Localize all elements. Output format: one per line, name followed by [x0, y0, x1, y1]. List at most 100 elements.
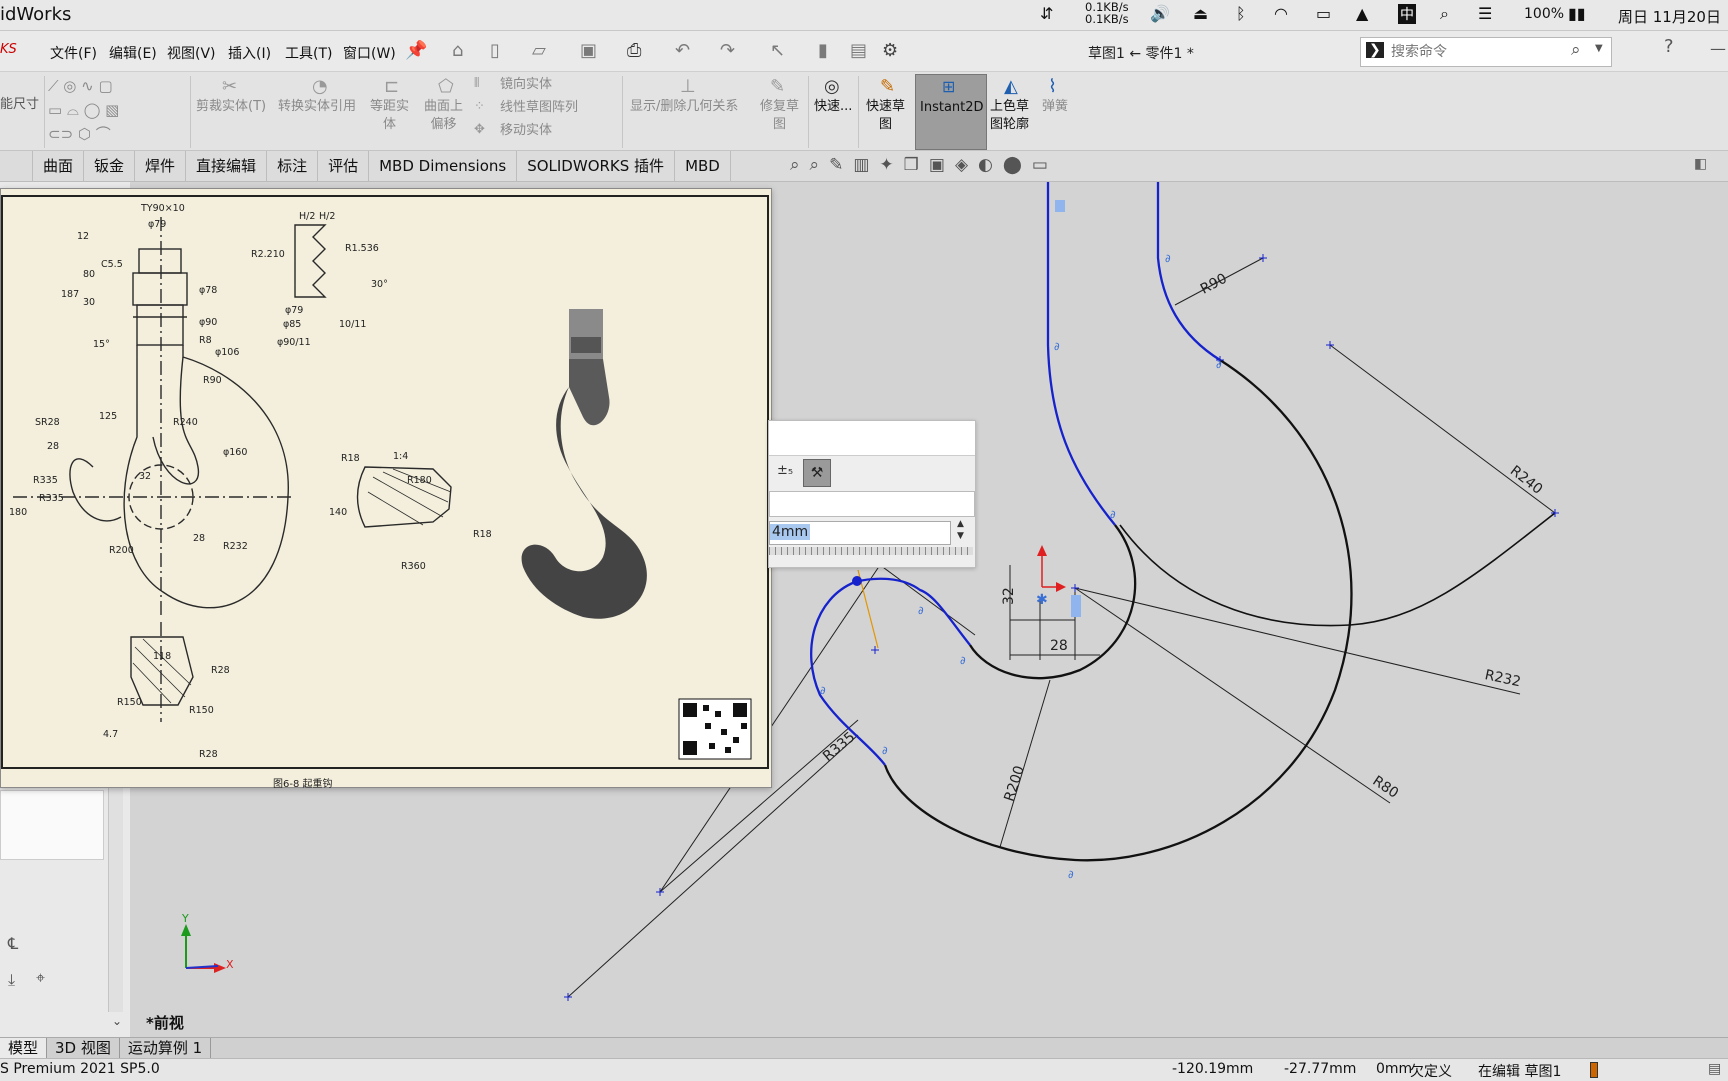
trim-button[interactable]: 剪裁实体(T) [196, 98, 266, 116]
slot-icon[interactable]: ⊂⊃ ⬡ ⌒ [48, 122, 188, 146]
rapid-sketch-button[interactable]: 快速草 图 [866, 98, 905, 134]
save-icon[interactable]: ▣ [580, 40, 597, 61]
wifi-icon[interactable]: ◠ [1274, 4, 1288, 23]
dim-r90[interactable]: R90 [1198, 271, 1230, 298]
select-icon[interactable]: ↖ [770, 40, 785, 61]
ime-indicator[interactable]: 中 [1398, 4, 1416, 24]
sketch-point-selected[interactable] [852, 576, 862, 586]
modify-dimension-dialog[interactable]: ±₅ ⚒ 4mm ▲ ▼ [768, 420, 976, 568]
new-doc-icon[interactable]: ▯ [490, 40, 500, 61]
chevron-down-icon[interactable]: ▼ [1595, 43, 1603, 54]
reference-drawing-window[interactable]: TY90×10 φ79 C5.5 12 80 187 30 φ78 φ90 R8… [0, 188, 772, 790]
eject-icon[interactable]: ⏏ [1193, 4, 1208, 23]
options-gear-icon[interactable]: ⚙ [882, 40, 898, 61]
tab-surface[interactable]: 曲面 [33, 151, 85, 181]
dim-32[interactable]: 32 [1001, 587, 1017, 605]
tab-markup[interactable]: 标注 [267, 151, 319, 181]
status-menu-icon[interactable]: ▤ [1708, 1061, 1721, 1077]
flip-tolerance-icon[interactable]: ±₅ [777, 463, 793, 478]
rollback-icon[interactable]: ⤓ [8, 970, 15, 990]
dynamic-annotation-icon[interactable]: ✦ [879, 155, 903, 175]
dim-r335[interactable]: R335 [820, 729, 858, 765]
spin-up-icon[interactable]: ▲ [957, 519, 964, 529]
line-icon[interactable]: ⟋ ◎ ∿ ▢ [48, 74, 188, 98]
tab-motion-study[interactable]: 运动算例 1 [120, 1038, 212, 1058]
bluetooth-icon[interactable]: ᛒ [1236, 4, 1246, 23]
sketch-line-shank-left[interactable] [1046, 182, 1116, 526]
rebuild-indicator-icon[interactable] [1590, 1062, 1598, 1078]
sketch-arc-tip[interactable] [810, 577, 971, 766]
shaded-contours-button[interactable]: 上色草 图轮廓 [990, 98, 1029, 134]
scene-icon[interactable]: ⬤ [1003, 155, 1032, 175]
dimension-name-field[interactable] [769, 491, 975, 517]
tab-solidworks-addins[interactable]: SOLIDWORKS 插件 [517, 151, 676, 181]
search-icon[interactable]: ⌕ [1571, 40, 1581, 60]
repair-sketch-button[interactable]: 修复草 图 [760, 98, 799, 134]
tab-mbd[interactable]: MBD [675, 151, 731, 181]
airplay-icon[interactable]: ▲ [1356, 4, 1368, 23]
menu-tools[interactable]: 工具(T) [285, 43, 332, 63]
rectangle-icon[interactable]: ▭ ⌓ ◯ ▧ [48, 98, 188, 122]
dimension-value-field[interactable]: 4mm [769, 521, 951, 545]
print-icon[interactable]: ⎙ [627, 40, 641, 61]
zoom-to-fit-icon[interactable]: ⌕ [790, 155, 810, 175]
thumbwheel-slider[interactable] [769, 547, 973, 555]
smart-dimension-button[interactable]: 能尺寸 [0, 96, 39, 114]
spotlight-icon[interactable]: ⌕ [1440, 4, 1449, 24]
volume-icon[interactable]: 🔊 [1150, 4, 1170, 23]
mirror-entities-button[interactable]: 镜向实体 [500, 76, 552, 94]
pin-icon[interactable]: 📌 [405, 40, 427, 61]
tab-sketch-partial[interactable] [0, 151, 33, 181]
spring-button[interactable]: 弹簧 [1042, 98, 1068, 116]
menu-view[interactable]: 视图(V) [167, 43, 216, 63]
tab-evaluate[interactable]: 评估 [318, 151, 370, 181]
move-entities-button[interactable]: 移动实体 [500, 122, 552, 140]
dimension-value-text[interactable]: 4mm [770, 524, 811, 540]
section-view-icon[interactable]: ▥ [853, 155, 879, 175]
battery-icon[interactable]: ▮▮ [1568, 4, 1586, 23]
dimension-tool-icon[interactable]: ⚒ [803, 459, 831, 487]
search-box[interactable]: ❯ ⌕ ▼ [1360, 37, 1612, 67]
sketch-arc-r240[interactable] [1119, 512, 1556, 627]
linear-pattern-button[interactable]: 线性草图阵列 [500, 99, 578, 117]
task-pane-toggle-icon[interactable]: ◧ [1694, 156, 1707, 172]
redo-icon[interactable]: ↷ [720, 40, 735, 61]
app-name[interactable]: idWorks [0, 4, 71, 25]
tab-weldments[interactable]: 焊件 [135, 151, 187, 181]
quick-snaps-button[interactable]: 快速... [814, 98, 852, 116]
menu-insert[interactable]: 插入(I) [228, 43, 271, 63]
minimize-icon[interactable]: — [1710, 39, 1726, 58]
file-props-icon[interactable]: ▤ [850, 40, 867, 61]
spin-down-icon[interactable]: ▼ [957, 531, 964, 541]
menu-window[interactable]: 窗口(W) [343, 43, 396, 63]
switch-icon[interactable]: ⇵ [1040, 4, 1053, 23]
view-settings-icon[interactable]: ▭ [1032, 155, 1058, 175]
previous-view-icon[interactable]: ✎ [829, 155, 853, 175]
tab-sheet-metal[interactable]: 钣金 [84, 151, 136, 181]
scroll-down-icon[interactable]: ⌄ [112, 1014, 122, 1028]
view-orientation-icon[interactable]: ❒ [904, 155, 929, 175]
tab-direct-editing[interactable]: 直接编辑 [186, 151, 268, 181]
instant2d-toggle[interactable]: ⊞ Instant2D [915, 74, 987, 150]
tab-mbd-dimensions[interactable]: MBD Dimensions [369, 151, 518, 181]
dim-r240[interactable]: R240 [1507, 463, 1546, 498]
datetime[interactable]: 周日 11月20日 [1618, 6, 1721, 27]
offset-entities-button[interactable]: 等距实 体 [370, 98, 409, 134]
offset-on-surface-button[interactable]: 曲面上 偏移 [424, 98, 463, 134]
display-icon[interactable]: ▭ [1316, 4, 1331, 23]
open-icon[interactable]: ▱ [532, 40, 546, 61]
dim-r200[interactable]: R200 [1001, 764, 1027, 804]
sw-logo-icon[interactable]: KS [0, 42, 17, 57]
rebuild-icon[interactable]: ▮ [818, 40, 828, 61]
zoom-area-icon[interactable]: ⌕ [810, 155, 830, 175]
convert-entities-button[interactable]: 转换实体引用 [278, 98, 356, 116]
tab-3d-views[interactable]: 3D 视图 [47, 1038, 120, 1058]
search-input[interactable] [1389, 41, 1573, 63]
menu-file[interactable]: 文件(F) [50, 43, 97, 63]
origin-icon[interactable]: ℄ [8, 934, 18, 953]
dim-r80[interactable]: R80 [1369, 773, 1401, 802]
control-center-icon[interactable]: ☰ [1478, 4, 1492, 23]
home-icon[interactable]: ⌂ [452, 40, 463, 61]
dim-28[interactable]: 28 [1050, 638, 1068, 654]
undo-icon[interactable]: ↶ [675, 40, 690, 61]
